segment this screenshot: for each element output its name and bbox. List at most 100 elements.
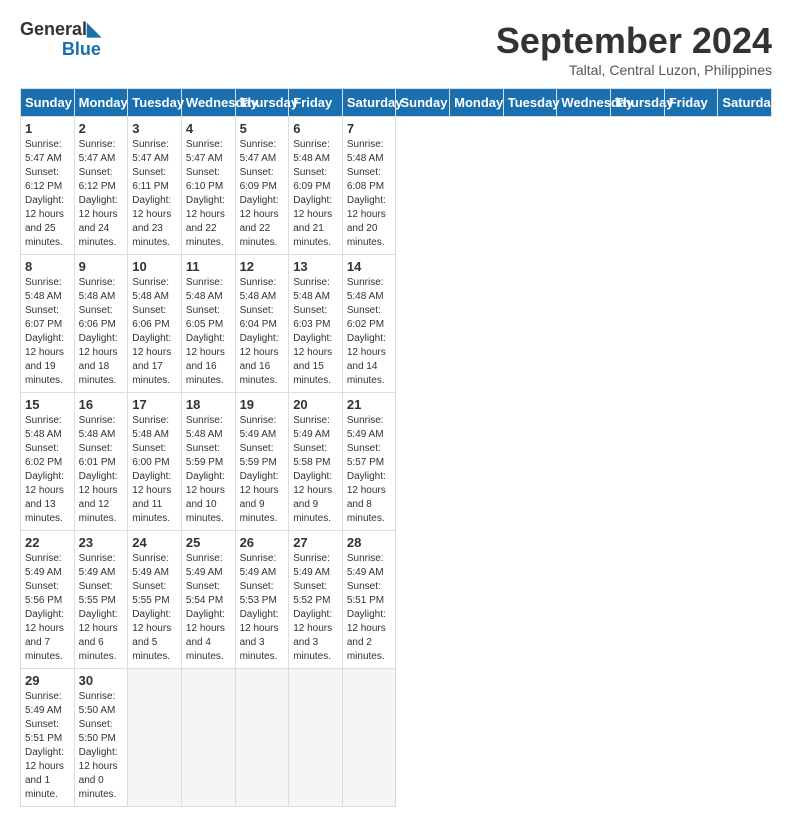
calendar-cell-24: 24 Sunrise: 5:49 AMSunset: 5:55 PMDayligh… — [128, 531, 182, 669]
cell-info: Sunrise: 5:49 AMSunset: 5:58 PMDaylight:… — [293, 414, 338, 526]
day-header-friday: Friday — [289, 89, 343, 117]
calendar-cell-5: 5Sunrise: 5:47 AMSunset: 6:09 PMDaylight… — [235, 117, 289, 255]
cell-info: Sunrise: 5:48 AMSunset: 6:06 PMDaylight:… — [79, 276, 124, 388]
day-number: 27 — [293, 535, 338, 550]
calendar-cell-22: 22Sunrise: 5:49 AMSunset: 5:56 PMDayligh… — [21, 531, 75, 669]
day-number: 12 — [240, 259, 285, 274]
day-header-sunday: Sunday — [21, 89, 75, 117]
calendar-cell-empty — [128, 669, 182, 807]
calendar-cell-empty — [181, 669, 235, 807]
calendar-cell-14: 14 Sunrise: 5:48 AMSunset: 6:02 PMDayligh… — [342, 255, 396, 393]
day-number: 28 — [347, 535, 392, 550]
cell-info: Sunrise: 5:48 AMSunset: 6:01 PMDaylight:… — [79, 414, 124, 526]
calendar-cell-23: 23Sunrise: 5:49 AMSunset: 5:55 PMDayligh… — [74, 531, 128, 669]
cell-info: Sunrise: 5:49 AMSunset: 5:52 PMDaylight:… — [293, 552, 338, 664]
calendar-cell-2: 2 Sunrise: 5:47 AMSunset: 6:12 PMDaylight… — [74, 117, 128, 255]
logo: General◣ Blue — [20, 20, 101, 60]
cell-info: Sunrise: 5:48 AMSunset: 6:03 PMDaylight:… — [293, 276, 338, 388]
cell-info: Sunrise: 5:48 AMSunset: 6:02 PMDaylight:… — [25, 414, 70, 526]
day-number: 11 — [186, 259, 231, 274]
calendar-cell-empty — [235, 669, 289, 807]
calendar-cell-30: 30 Sunrise: 5:50 AMSunset: 5:50 PMDayligh… — [74, 669, 128, 807]
day-number: 14 — [347, 259, 392, 274]
calendar-cell-12: 12 Sunrise: 5:48 AMSunset: 6:04 PMDayligh… — [235, 255, 289, 393]
cell-info: Sunrise: 5:48 AMSunset: 6:00 PMDaylight:… — [132, 414, 177, 526]
cell-info: Sunrise: 5:49 AMSunset: 5:57 PMDaylight:… — [347, 414, 392, 526]
calendar-cell-28: 28 Sunrise: 5:49 AMSunset: 5:51 PMDayligh… — [342, 531, 396, 669]
cell-info: Sunrise: 5:49 AMSunset: 5:54 PMDaylight:… — [186, 552, 231, 664]
cell-info: Sunrise: 5:49 AMSunset: 5:59 PMDaylight:… — [240, 414, 285, 526]
calendar-table: SundayMondayTuesdayWednesdayThursdayFrid… — [20, 88, 772, 807]
calendar-cell-15: 15Sunrise: 5:48 AMSunset: 6:02 PMDayligh… — [21, 393, 75, 531]
cell-info: Sunrise: 5:47 AMSunset: 6:11 PMDaylight:… — [132, 138, 177, 250]
calendar-cell-26: 26Sunrise: 5:49 AMSunset: 5:53 PMDayligh… — [235, 531, 289, 669]
day-number: 24 — [132, 535, 177, 550]
cell-info: Sunrise: 5:48 AMSunset: 6:08 PMDaylight:… — [347, 138, 392, 250]
day-number: 25 — [186, 535, 231, 550]
calendar-cell-11: 11 Sunrise: 5:48 AMSunset: 6:05 PMDayligh… — [181, 255, 235, 393]
cell-info: Sunrise: 5:49 AMSunset: 5:53 PMDaylight:… — [240, 552, 285, 664]
day-number: 21 — [347, 397, 392, 412]
day-number: 16 — [79, 397, 124, 412]
calendar-cell-21: 21 Sunrise: 5:49 AMSunset: 5:57 PMDayligh… — [342, 393, 396, 531]
calendar-cell-4: 4Sunrise: 5:47 AMSunset: 6:10 PMDaylight… — [181, 117, 235, 255]
day-number: 6 — [293, 121, 338, 136]
day-number: 22 — [25, 535, 70, 550]
calendar-cell-20: 20 Sunrise: 5:49 AMSunset: 5:58 PMDayligh… — [289, 393, 343, 531]
calendar-cell-16: 16 Sunrise: 5:48 AMSunset: 6:01 PMDayligh… — [74, 393, 128, 531]
day-header-tuesday: Tuesday — [128, 89, 182, 117]
day-number: 8 — [25, 259, 70, 274]
page-header: General◣ Blue September 2024 Taltal, Cen… — [20, 20, 772, 78]
day-header-wednesday: Wednesday — [181, 89, 235, 117]
calendar-week-1: 8 Sunrise: 5:48 AMSunset: 6:07 PMDaylight… — [21, 255, 772, 393]
logo-line1: General◣ — [20, 20, 101, 40]
day-header-sunday: Sunday — [396, 89, 450, 117]
day-header-saturday: Saturday — [718, 89, 772, 117]
cell-info: Sunrise: 5:48 AMSunset: 6:05 PMDaylight:… — [186, 276, 231, 388]
day-number: 29 — [25, 673, 70, 688]
cell-info: Sunrise: 5:47 AMSunset: 6:12 PMDaylight:… — [25, 138, 70, 250]
calendar-cell-empty — [289, 669, 343, 807]
cell-info: Sunrise: 5:48 AMSunset: 6:04 PMDaylight:… — [240, 276, 285, 388]
day-header-tuesday: Tuesday — [503, 89, 557, 117]
calendar-cell-18: 18 Sunrise: 5:48 AMSunset: 5:59 PMDayligh… — [181, 393, 235, 531]
cell-info: Sunrise: 5:49 AMSunset: 5:55 PMDaylight:… — [132, 552, 177, 664]
cell-info: Sunrise: 5:49 AMSunset: 5:51 PMDaylight:… — [25, 690, 70, 802]
cell-info: Sunrise: 5:49 AMSunset: 5:55 PMDaylight:… — [79, 552, 124, 664]
cell-info: Sunrise: 5:47 AMSunset: 6:12 PMDaylight:… — [79, 138, 124, 250]
calendar-week-0: 1 Sunrise: 5:47 AMSunset: 6:12 PMDaylight… — [21, 117, 772, 255]
calendar-cell-9: 9 Sunrise: 5:48 AMSunset: 6:06 PMDaylight… — [74, 255, 128, 393]
title-section: September 2024 Taltal, Central Luzon, Ph… — [496, 20, 772, 78]
day-number: 5 — [240, 121, 285, 136]
day-number: 20 — [293, 397, 338, 412]
calendar-cell-1: 1 Sunrise: 5:47 AMSunset: 6:12 PMDaylight… — [21, 117, 75, 255]
calendar-week-3: 22Sunrise: 5:49 AMSunset: 5:56 PMDayligh… — [21, 531, 772, 669]
header-row: SundayMondayTuesdayWednesdayThursdayFrid… — [21, 89, 772, 117]
day-number: 1 — [25, 121, 70, 136]
month-title: September 2024 — [496, 20, 772, 62]
cell-info: Sunrise: 5:48 AMSunset: 6:02 PMDaylight:… — [347, 276, 392, 388]
day-number: 7 — [347, 121, 392, 136]
cell-info: Sunrise: 5:49 AMSunset: 5:51 PMDaylight:… — [347, 552, 392, 664]
cell-info: Sunrise: 5:48 AMSunset: 6:09 PMDaylight:… — [293, 138, 338, 250]
calendar-week-2: 15Sunrise: 5:48 AMSunset: 6:02 PMDayligh… — [21, 393, 772, 531]
calendar-cell-25: 25 Sunrise: 5:49 AMSunset: 5:54 PMDayligh… — [181, 531, 235, 669]
calendar-cell-7: 7 Sunrise: 5:48 AMSunset: 6:08 PMDaylight… — [342, 117, 396, 255]
day-number: 30 — [79, 673, 124, 688]
day-number: 9 — [79, 259, 124, 274]
calendar-cell-empty — [342, 669, 396, 807]
calendar-week-4: 29 Sunrise: 5:49 AMSunset: 5:51 PMDayligh… — [21, 669, 772, 807]
cell-info: Sunrise: 5:47 AMSunset: 6:10 PMDaylight:… — [186, 138, 231, 250]
cell-info: Sunrise: 5:50 AMSunset: 5:50 PMDaylight:… — [79, 690, 124, 802]
day-header-saturday: Saturday — [342, 89, 396, 117]
calendar-cell-3: 3Sunrise: 5:47 AMSunset: 6:11 PMDaylight… — [128, 117, 182, 255]
day-header-wednesday: Wednesday — [557, 89, 611, 117]
day-number: 18 — [186, 397, 231, 412]
day-header-monday: Monday — [74, 89, 128, 117]
cell-info: Sunrise: 5:48 AMSunset: 6:06 PMDaylight:… — [132, 276, 177, 388]
cell-info: Sunrise: 5:48 AMSunset: 6:07 PMDaylight:… — [25, 276, 70, 388]
cell-info: Sunrise: 5:48 AMSunset: 5:59 PMDaylight:… — [186, 414, 231, 526]
day-number: 2 — [79, 121, 124, 136]
day-number: 10 — [132, 259, 177, 274]
calendar-cell-17: 17Sunrise: 5:48 AMSunset: 6:00 PMDayligh… — [128, 393, 182, 531]
